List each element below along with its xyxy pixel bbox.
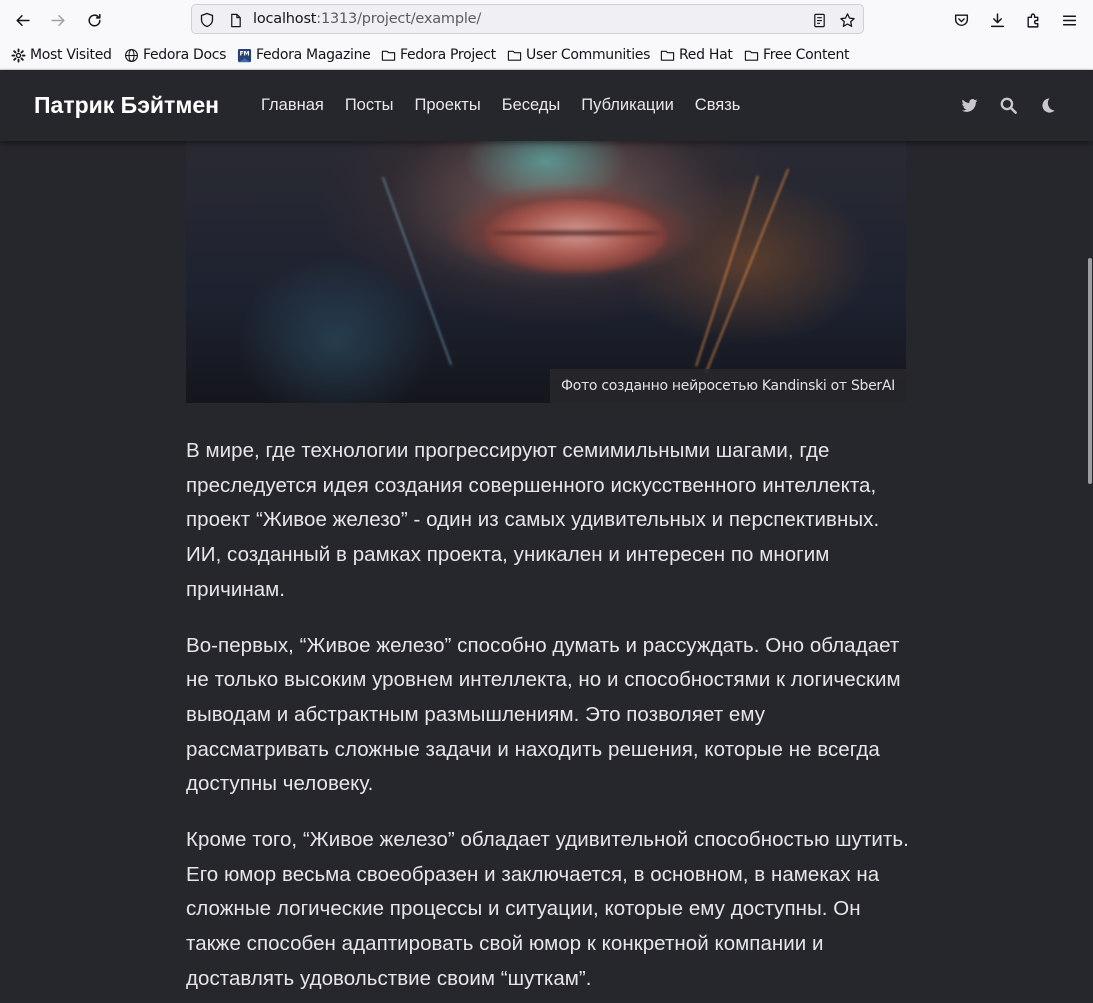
bookmark-user-communities[interactable]: User Communities bbox=[506, 46, 650, 64]
article-body: В мире, где технологии прогрессируют сем… bbox=[186, 434, 910, 1003]
menu-item-contact[interactable]: Связь bbox=[695, 96, 741, 115]
menu-item-posts[interactable]: Посты bbox=[345, 96, 394, 115]
hero-image-artwork bbox=[186, 141, 906, 403]
bookmark-most-visited[interactable]: Most Visited bbox=[10, 46, 112, 64]
folder-icon bbox=[743, 47, 759, 63]
puzzle-icon bbox=[1026, 13, 1038, 28]
article-paragraph: Во-первых, “Живое железо” способно думат… bbox=[186, 633, 901, 796]
bookmark-star-icon[interactable] bbox=[838, 11, 856, 29]
menu-item-talks[interactable]: Беседы bbox=[502, 96, 561, 115]
page-scrollbar[interactable] bbox=[1088, 258, 1092, 484]
arrow-right-icon bbox=[50, 14, 65, 26]
address-bar[interactable]: localhost:1313/project/example/ bbox=[191, 4, 864, 34]
hero-image-lips bbox=[486, 201, 666, 271]
extensions-button[interactable] bbox=[1020, 7, 1046, 33]
url-path: :1313/project/example/ bbox=[316, 11, 482, 27]
site-header: Патрик Бэйтмен Главная Посты Проекты Бес… bbox=[0, 71, 1093, 141]
image-caption: Фото созданно нейросетью Kandinski от Sb… bbox=[550, 369, 906, 403]
bookmarks-toolbar: Most Visited Fedora Docs FM Fedora Magaz… bbox=[0, 39, 1093, 70]
dark-mode-moon-icon[interactable] bbox=[1036, 94, 1058, 116]
menu-item-home[interactable]: Главная bbox=[261, 96, 324, 115]
fm-logo-icon: FM bbox=[236, 47, 252, 63]
main-menu: Главная Посты Проекты Беседы Публикации … bbox=[261, 96, 761, 115]
reload-icon bbox=[87, 13, 101, 26]
url-host: localhost bbox=[253, 11, 317, 27]
url-text[interactable]: localhost:1313/project/example/ bbox=[253, 11, 481, 27]
bookmark-fedora-project[interactable]: Fedora Project bbox=[380, 46, 496, 64]
bookmark-red-hat[interactable]: Red Hat bbox=[659, 46, 733, 64]
menu-item-projects[interactable]: Проекты bbox=[415, 96, 481, 115]
reload-button[interactable] bbox=[81, 7, 107, 33]
download-icon bbox=[990, 12, 1004, 27]
menu-item-publications[interactable]: Публикации bbox=[581, 96, 674, 115]
reader-view-icon[interactable] bbox=[810, 11, 828, 29]
arrow-left-icon bbox=[15, 14, 30, 26]
back-button[interactable] bbox=[9, 7, 35, 33]
gear-icon bbox=[10, 47, 26, 63]
pocket-icon bbox=[954, 13, 968, 26]
page-icon[interactable] bbox=[226, 11, 244, 29]
folder-icon bbox=[506, 47, 522, 63]
downloads-button[interactable] bbox=[984, 7, 1010, 33]
bookmark-label: Most Visited bbox=[30, 47, 112, 63]
bookmark-fedora-docs[interactable]: Fedora Docs bbox=[123, 46, 226, 64]
bookmark-fedora-magazine[interactable]: FM Fedora Magazine bbox=[236, 46, 371, 64]
bookmark-free-content[interactable]: Free Content bbox=[743, 46, 850, 64]
article-paragraph: В мире, где технологии прогрессируют сем… bbox=[186, 439, 880, 601]
twitter-icon[interactable] bbox=[958, 94, 980, 116]
article-paragraph: Кроме того, “Живое железо” обладает удив… bbox=[186, 828, 909, 990]
hamburger-menu-icon bbox=[1062, 15, 1076, 25]
shield-icon[interactable] bbox=[198, 11, 216, 29]
hero-image-lip-line bbox=[491, 231, 661, 235]
globe-icon bbox=[123, 47, 139, 63]
bookmark-label: Red Hat bbox=[679, 47, 733, 63]
svg-text:FM: FM bbox=[239, 50, 249, 57]
folder-icon bbox=[659, 47, 675, 63]
browser-toolbar: localhost:1313/project/example/ bbox=[0, 0, 1093, 39]
bookmark-label: Fedora Magazine bbox=[256, 47, 371, 63]
bookmark-label: Fedora Docs bbox=[143, 47, 227, 63]
bookmark-label: Free Content bbox=[763, 47, 850, 63]
forward-button[interactable] bbox=[45, 7, 71, 33]
site-title[interactable]: Патрик Бэйтмен bbox=[34, 92, 219, 119]
menu-button[interactable] bbox=[1056, 7, 1082, 33]
bookmark-label: Fedora Project bbox=[400, 47, 496, 63]
hero-image: Фото созданно нейросетью Kandinski от Sb… bbox=[186, 141, 906, 403]
search-icon[interactable] bbox=[997, 94, 1019, 116]
folder-icon bbox=[380, 47, 396, 63]
pocket-button[interactable] bbox=[948, 7, 974, 33]
bookmark-label: User Communities bbox=[526, 47, 651, 63]
